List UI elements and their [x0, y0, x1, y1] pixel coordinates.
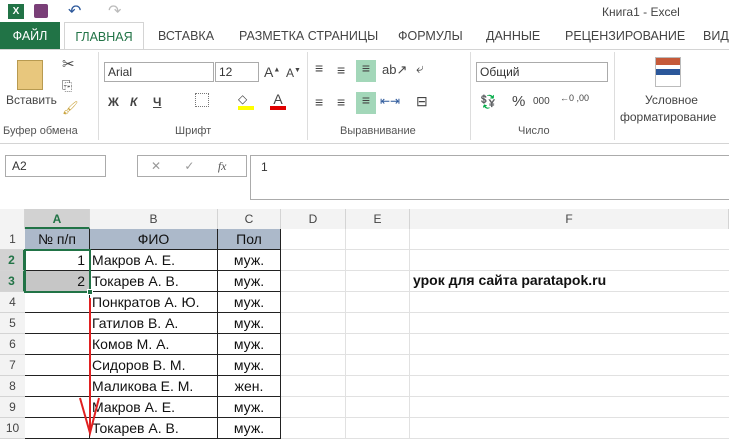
paste-button[interactable]: Вставить	[6, 93, 57, 107]
increase-font-icon[interactable]: A▲	[264, 64, 280, 80]
align-right-icon[interactable]: ≡	[356, 92, 376, 114]
cancel-icon[interactable]: ✕	[151, 159, 161, 173]
conditional-format-label-2[interactable]: форматирование	[620, 110, 716, 124]
select-all-corner[interactable]	[0, 209, 25, 229]
row-header-1[interactable]: 1	[0, 229, 25, 250]
table-cell[interactable]: муж.	[218, 418, 281, 439]
table-cell[interactable]: муж.	[218, 334, 281, 355]
table-cell[interactable]: Комов М. А.	[90, 334, 218, 355]
indent-icons[interactable]: ⇤⇥	[380, 94, 400, 108]
table-cell[interactable]: Макров А. Е.	[90, 250, 218, 271]
currency-icon[interactable]: 💱	[480, 94, 496, 110]
fx-button[interactable]: fx	[218, 159, 227, 173]
align-top-icon[interactable]: ≡	[315, 60, 323, 76]
save-icon[interactable]	[34, 4, 48, 18]
row-header-7[interactable]: 7	[0, 355, 25, 376]
align-center-icon[interactable]: ≡	[337, 94, 345, 110]
table-cell[interactable]: Маликова Е. М.	[90, 376, 218, 397]
tab-insert[interactable]: ВСТАВКА	[158, 22, 214, 50]
format-painter-icon[interactable]: 🖌	[62, 100, 79, 116]
name-box[interactable]: A2	[5, 155, 106, 177]
table-cell[interactable]: жен.	[218, 376, 281, 397]
row-header-9[interactable]: 9	[0, 397, 25, 418]
paste-icon[interactable]	[17, 60, 43, 90]
decrease-font-icon[interactable]: A▼	[286, 66, 301, 80]
tab-review[interactable]: РЕЦЕНЗИРОВАНИЕ	[565, 22, 685, 50]
underline-button[interactable]: Ч	[153, 95, 161, 109]
tab-data[interactable]: ДАННЫЕ	[486, 22, 540, 50]
table-cell[interactable]: Макров А. Е.	[90, 397, 218, 418]
tab-home[interactable]: ГЛАВНАЯ	[64, 22, 144, 50]
number-format-select[interactable]: Общий	[476, 62, 608, 82]
table-cell[interactable]: Токарев А. В.	[90, 271, 218, 292]
group-font: Шрифт	[175, 125, 212, 137]
table-cell[interactable]: Токарев А. В.	[90, 418, 218, 439]
align-middle-icon[interactable]: ≡	[337, 62, 345, 78]
table-cell[interactable]: Гатилов В. А.	[90, 313, 218, 334]
row-header-3[interactable]: 3	[0, 271, 25, 292]
table-cell[interactable]: Понкратов А. Ю.	[90, 292, 218, 313]
font-color-icon[interactable]: A	[270, 92, 286, 110]
header-cell[interactable]: Пол	[218, 229, 281, 250]
header-cell[interactable]: № п/п	[25, 229, 90, 250]
table-cell[interactable]: муж.	[218, 397, 281, 418]
bold-button[interactable]: Ж	[108, 95, 119, 109]
decimal-icons[interactable]: ←0 ,00	[560, 93, 589, 103]
group-clipboard: Буфер обмена	[3, 125, 78, 137]
enter-icon[interactable]: ✓	[184, 159, 194, 173]
row-header-10[interactable]: 10	[0, 418, 25, 439]
copy-icon[interactable]: ⎘	[62, 78, 72, 94]
column-header-d[interactable]: D	[281, 209, 346, 229]
selection-border	[24, 249, 91, 293]
table-cell[interactable]: муж.	[218, 250, 281, 271]
borders-icon[interactable]	[195, 93, 209, 107]
header-cell[interactable]: ФИО	[90, 229, 218, 250]
align-left-icon[interactable]: ≡	[315, 94, 323, 110]
row-header-8[interactable]: 8	[0, 376, 25, 397]
conditional-format-label-1[interactable]: Условное	[645, 93, 698, 107]
note-text[interactable]: урок для сайта paratapok.ru	[413, 272, 606, 288]
column-header-b[interactable]: B	[90, 209, 218, 229]
tab-view[interactable]: ВИД	[703, 22, 729, 50]
table-cell[interactable]: муж.	[218, 271, 281, 292]
row-header-2[interactable]: 2	[0, 250, 25, 271]
tab-page-layout[interactable]: РАЗМЕТКА СТРАНИЦЫ	[239, 22, 378, 50]
percent-button[interactable]: %	[512, 93, 525, 110]
font-size-select[interactable]: 12	[215, 62, 259, 82]
drag-arrow-icon	[79, 298, 100, 437]
row-header-5[interactable]: 5	[0, 313, 25, 334]
table-cell[interactable]: муж.	[218, 292, 281, 313]
italic-button[interactable]: К	[130, 95, 137, 109]
window-title: Книга1 - Excel	[602, 5, 680, 19]
formula-buttons: ✕ ✓ fx	[137, 155, 247, 177]
column-header-a[interactable]: A	[25, 209, 90, 229]
cut-icon[interactable]: ✂	[62, 55, 75, 73]
tab-formulas[interactable]: ФОРМУЛЫ	[398, 22, 463, 50]
wrap-text-icon[interactable]: ⤶	[416, 60, 424, 77]
table-cell[interactable]: Сидоров В. М.	[90, 355, 218, 376]
conditional-format-icon[interactable]	[655, 57, 681, 87]
column-header-f[interactable]: F	[410, 209, 729, 229]
undo-icon[interactable]: ↶	[68, 1, 81, 21]
fill-color-icon[interactable]: ◇	[238, 92, 254, 110]
formula-input[interactable]: 1	[250, 155, 729, 200]
column-header-e[interactable]: E	[346, 209, 410, 229]
column-header-c[interactable]: C	[218, 209, 281, 229]
font-name-select[interactable]: Arial	[104, 62, 214, 82]
tab-file[interactable]: ФАЙЛ	[0, 22, 60, 50]
row-header-6[interactable]: 6	[0, 334, 25, 355]
redo-icon[interactable]: ↷	[108, 1, 121, 21]
orientation-icon[interactable]: ab↗	[382, 62, 407, 78]
thousands-button[interactable]: 000	[533, 96, 550, 107]
group-number: Число	[518, 125, 550, 137]
group-alignment: Выравнивание	[340, 125, 416, 137]
table-cell[interactable]: муж.	[218, 355, 281, 376]
merge-icon[interactable]: ⊟	[416, 93, 428, 110]
align-bottom-icon[interactable]: ≡	[356, 60, 376, 82]
row-header-4[interactable]: 4	[0, 292, 25, 313]
table-cell[interactable]: муж.	[218, 313, 281, 334]
excel-logo-icon: X	[8, 4, 24, 19]
